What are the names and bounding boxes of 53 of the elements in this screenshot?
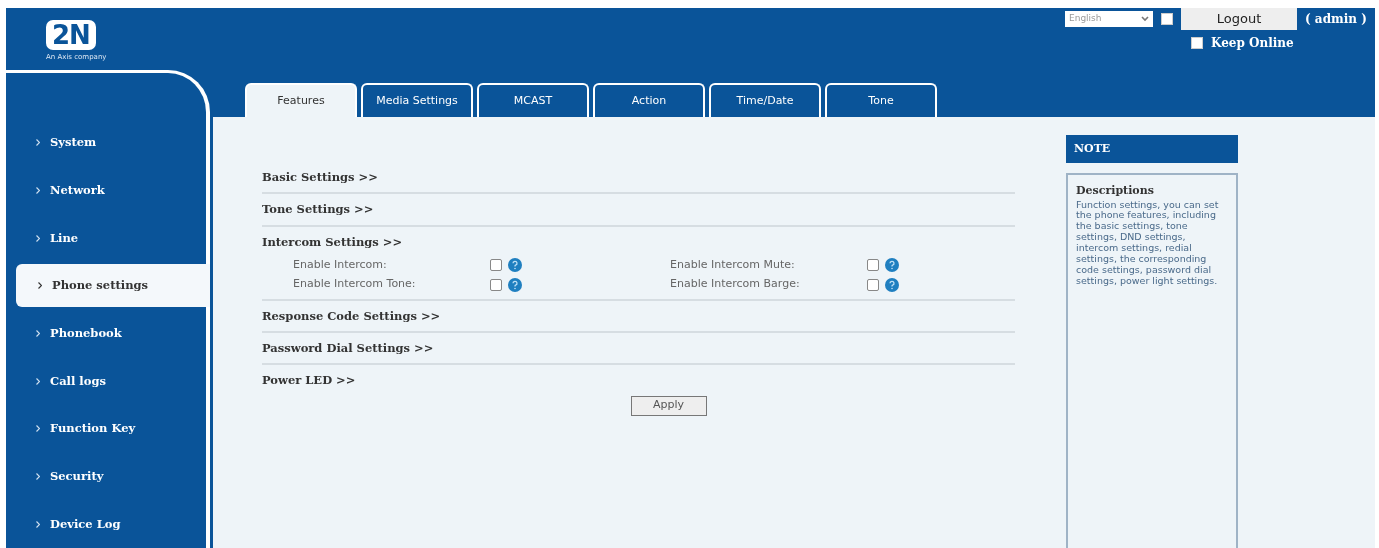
sidebar-item[interactable]: Function Key: [6, 405, 206, 453]
field-label: Enable Intercom Mute:: [670, 256, 796, 273]
checkbox[interactable]: [1161, 13, 1173, 25]
chevron-icon: [36, 330, 40, 338]
tab[interactable]: MCAST: [477, 83, 589, 117]
sidebar-item[interactable]: Device Log: [6, 500, 206, 548]
checkbox[interactable]: [490, 278, 502, 291]
chevron-icon: [36, 377, 40, 385]
help-icon[interactable]: [885, 277, 899, 292]
chevron-icon: [36, 139, 40, 147]
chevron-icon: [38, 282, 42, 290]
checkbox[interactable]: [1191, 37, 1203, 49]
section-heading[interactable]: Password Dial Settings >>: [262, 340, 1015, 358]
help-icon[interactable]: [508, 277, 522, 292]
sidebar-item[interactable]: System: [6, 119, 206, 167]
tab[interactable]: Tone: [825, 83, 937, 117]
field-label: Enable Intercom Tone:: [293, 276, 417, 293]
checkbox[interactable]: [867, 278, 879, 291]
chevron-icon: [36, 473, 40, 480]
dropdown-icon: [1141, 16, 1149, 22]
tab[interactable]: Time/Date: [709, 83, 821, 117]
user-label: ( admin ): [1305, 11, 1367, 28]
checkbox-label: Keep Online: [1211, 35, 1294, 52]
sidebar-item[interactable]: Phone settings: [16, 263, 210, 308]
tab[interactable]: Media Settings: [361, 83, 473, 117]
sidebar-item[interactable]: Line: [6, 214, 206, 262]
checkbox[interactable]: [867, 259, 879, 271]
chevron-icon: [36, 520, 40, 528]
chevron-icon: [36, 234, 40, 242]
note-text: Function settings, you can set the phone features, including the basic settings, tone settings, DND settings, intercom settings, redial settings, the corresponding code settings, password dial settings, power light settings.: [1076, 199, 1220, 287]
sidebar-item[interactable]: Phonebook: [6, 309, 206, 358]
note-heading: Descriptions: [1076, 183, 1155, 199]
section-heading[interactable]: Power LED >>: [262, 372, 1015, 390]
section-heading[interactable]: Intercom Settings >>: [262, 233, 1015, 251]
apply-button[interactable]: Apply: [630, 395, 707, 416]
logo: 2N: [46, 20, 96, 50]
checkbox[interactable]: [490, 259, 502, 271]
help-icon[interactable]: [508, 258, 522, 272]
logout-button[interactable]: Logout: [1181, 8, 1297, 30]
help-icon[interactable]: [885, 258, 899, 272]
field-label: Enable Intercom Barge:: [670, 276, 801, 293]
tab[interactable]: Features: [245, 83, 357, 117]
field-label: Enable Intercom:: [293, 256, 388, 273]
chevron-icon: [36, 187, 40, 194]
note-header: NOTE: [1066, 135, 1238, 163]
tab[interactable]: Action: [593, 83, 705, 117]
sidebar-item[interactable]: Security: [6, 452, 206, 501]
sidebar-item[interactable]: Network: [6, 166, 206, 215]
section-heading[interactable]: Basic Settings >>: [262, 169, 1015, 187]
sidebar-item[interactable]: Call logs: [6, 357, 206, 405]
section-heading[interactable]: Tone Settings >>: [262, 201, 1015, 219]
section-heading[interactable]: Response Code Settings >>: [262, 307, 1015, 325]
chevron-icon: [36, 425, 40, 433]
